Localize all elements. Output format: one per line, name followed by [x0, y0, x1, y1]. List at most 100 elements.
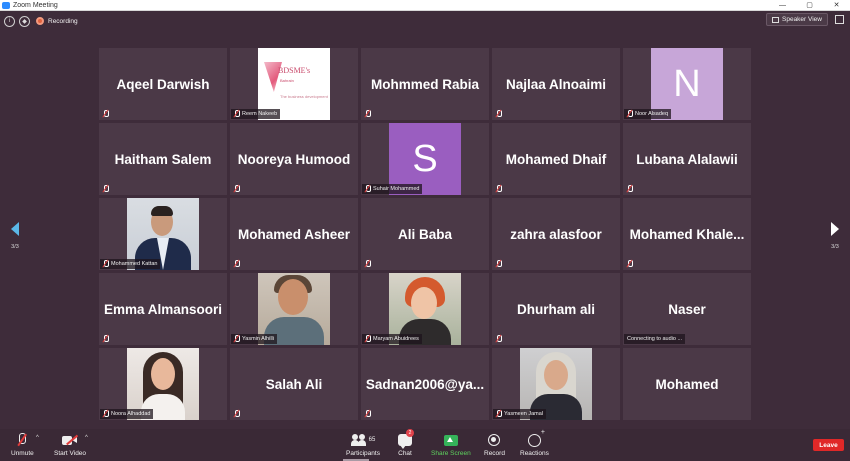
microphone-muted-icon: [101, 110, 109, 118]
minimize-button[interactable]: —: [769, 0, 796, 10]
microphone-muted-icon: [101, 410, 109, 418]
participant-tile[interactable]: Mohamed Khale...: [623, 198, 751, 270]
participant-tile[interactable]: Mohamed Asheer: [230, 198, 358, 270]
microphone-muted-icon: [232, 185, 240, 193]
participant-tile[interactable]: Mohamed: [623, 348, 751, 420]
participant-tile[interactable]: Mohamed Dhaif: [492, 123, 620, 195]
participant-name: Haitham Salem: [114, 151, 212, 167]
participant-name: Ali Baba: [397, 226, 452, 242]
grid-icon: [772, 16, 779, 23]
participant-name-label: Connecting to audio ...: [624, 334, 686, 344]
window-titlebar: Zoom Meeting — ▢ ✕: [0, 0, 850, 11]
unmute-button[interactable]: Unmute: [11, 432, 34, 457]
participant-name: Dhurham ali: [516, 301, 595, 317]
microphone-muted-icon: [101, 185, 109, 193]
chat-unread-badge: 2: [406, 429, 414, 437]
security-shield-icon[interactable]: ◆: [19, 15, 30, 27]
participants-count: 65: [368, 437, 376, 443]
recording-dot-icon: [36, 17, 44, 25]
chevron-right-icon: [831, 222, 839, 236]
participant-name: Mohamed Asheer: [237, 226, 351, 242]
microphone-muted-icon: [101, 335, 109, 343]
participant-tile[interactable]: Emma Almansoori: [99, 273, 227, 345]
participant-tile[interactable]: Aqeel Darwish: [99, 48, 227, 120]
participant-tile[interactable]: Lubana Alalawii: [623, 123, 751, 195]
chat-icon: 2: [398, 429, 414, 449]
page-indicator-left: 3/3: [11, 244, 19, 250]
share-screen-button[interactable]: Share Screen: [431, 432, 471, 457]
meeting-info-icon[interactable]: i: [4, 15, 15, 27]
participant-tile[interactable]: Nooreya Humood: [230, 123, 358, 195]
microphone-muted-icon: [232, 410, 240, 418]
participant-name: Mohamed Dhaif: [505, 151, 607, 167]
participant-tile[interactable]: Noora Alhaddad: [99, 348, 227, 420]
reactions-icon: [527, 429, 545, 447]
participant-name: Lubana Alalawii: [636, 151, 738, 167]
reactions-label: Reactions: [520, 450, 549, 457]
participant-name: Najlaa Alnoaimi: [505, 76, 607, 92]
participant-tile[interactable]: Haitham Salem: [99, 123, 227, 195]
speaker-view-button[interactable]: Speaker View: [766, 13, 828, 26]
participant-tile[interactable]: N Noor Alsadeq: [623, 48, 751, 120]
share-screen-icon: [443, 434, 458, 446]
microphone-muted-icon: [363, 110, 371, 118]
microphone-muted-icon: [363, 410, 371, 418]
participant-name: Mohamed Khale...: [629, 226, 745, 242]
previous-page-button[interactable]: 3/3: [5, 222, 25, 250]
record-icon: [488, 434, 501, 446]
microphone-muted-icon: [625, 110, 633, 118]
microphone-muted-icon: [494, 410, 502, 418]
participant-name: Emma Almansoori: [103, 301, 223, 317]
participant-name: Mohmmed Rabia: [370, 76, 479, 92]
leave-button[interactable]: Leave: [813, 439, 844, 451]
next-page-button[interactable]: 3/3: [825, 222, 845, 250]
microphone-muted-icon: [363, 185, 371, 193]
participants-label: Participants: [346, 450, 380, 457]
participant-tile[interactable]: Dhurham ali: [492, 273, 620, 345]
participant-tile[interactable]: Najlaa Alnoaimi: [492, 48, 620, 120]
recording-indicator: Recording: [36, 17, 78, 25]
participant-name: zahra alasfoor: [510, 226, 602, 242]
close-button[interactable]: ✕: [823, 0, 850, 10]
participant-tile[interactable]: Naser Connecting to audio ...: [623, 273, 751, 345]
participant-tile[interactable]: Mohmmed Rabia: [361, 48, 489, 120]
microphone-muted-icon: [494, 110, 502, 118]
microphone-muted-icon: [16, 433, 28, 447]
microphone-muted-icon: [494, 260, 502, 268]
participant-name: Mohamed: [655, 376, 719, 392]
zoom-app-icon: [2, 1, 10, 9]
microphone-muted-icon: [101, 260, 109, 268]
speaker-view-label: Speaker View: [782, 16, 822, 23]
page-indicator-right: 3/3: [831, 244, 839, 250]
participant-tile[interactable]: Maryam Abuidrees: [361, 273, 489, 345]
meeting-top-bar: i ◆ Recording Speaker View: [0, 12, 850, 30]
participant-tile[interactable]: S Suhair Mohammed: [361, 123, 489, 195]
participant-name: Salah Ali: [265, 376, 323, 392]
participant-tile[interactable]: Sadnan2006@ya...: [361, 348, 489, 420]
participant-tile[interactable]: Yasmin Alhilli: [230, 273, 358, 345]
participant-tile[interactable]: Yasmeen Jamal: [492, 348, 620, 420]
window-title: Zoom Meeting: [13, 1, 58, 9]
video-options-caret-icon[interactable]: ^: [85, 435, 88, 441]
reactions-button[interactable]: Reactions: [520, 429, 549, 458]
chat-label: Chat: [398, 450, 412, 457]
participant-tile[interactable]: zahra alasfoor: [492, 198, 620, 270]
maximize-button[interactable]: ▢: [796, 0, 823, 10]
fullscreen-icon[interactable]: [835, 15, 844, 24]
window-controls: — ▢ ✕: [769, 0, 850, 10]
start-video-button[interactable]: Start Video: [54, 432, 86, 457]
participants-button[interactable]: 65 Participants: [346, 432, 380, 457]
participant-name: Aqeel Darwish: [116, 76, 210, 92]
microphone-muted-icon: [232, 110, 240, 118]
chat-button[interactable]: 2 Chat: [398, 429, 414, 457]
microphone-muted-icon: [232, 335, 240, 343]
audio-options-caret-icon[interactable]: ^: [36, 435, 39, 441]
participant-tile[interactable]: BDSME's Bahrain The business development Re…: [230, 48, 358, 120]
microphone-muted-icon: [363, 260, 371, 268]
meeting-toolbar: Unmute ^ Start Video ^ 65 Participants 2…: [0, 429, 850, 461]
record-button[interactable]: Record: [484, 432, 505, 457]
participant-tile[interactable]: Ali Baba: [361, 198, 489, 270]
participant-tile[interactable]: Salah Ali: [230, 348, 358, 420]
chevron-left-icon: [11, 222, 19, 236]
participant-tile[interactable]: Mohammed Kattan: [99, 198, 227, 270]
